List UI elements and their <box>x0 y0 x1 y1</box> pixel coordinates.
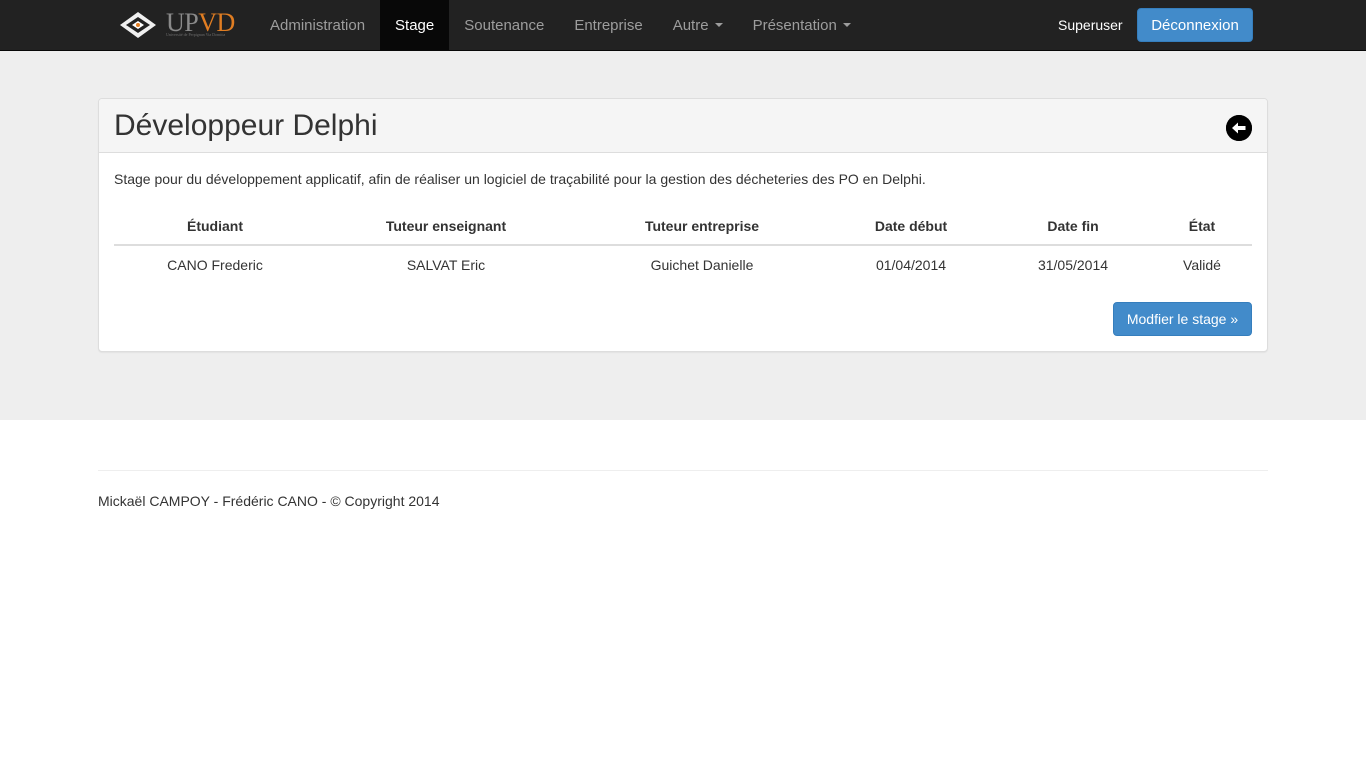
cell-date-debut: 01/04/2014 <box>875 256 947 273</box>
logout-button[interactable]: Déconnexion <box>1137 8 1253 42</box>
stage-description: Stage pour du développement applicatif, … <box>114 171 926 187</box>
col-header-date-fin: Date fin <box>994 207 1152 246</box>
brand-link[interactable]: UPVD Université de Perpignan Via Domitia <box>118 8 248 42</box>
nav-item-presentation-dropdown[interactable]: Présentation <box>738 0 866 50</box>
current-user-link[interactable]: Superuser <box>1058 0 1123 50</box>
col-header-etat: État <box>1152 207 1252 246</box>
table-row: CANO Frederic SALVAT Eric Guichet Daniel… <box>114 245 1252 283</box>
nav-label: Administration <box>270 16 366 34</box>
modify-stage-button[interactable]: Modfier le stage » <box>1113 302 1252 336</box>
brand-wordmark: UPVD Université de Perpignan Via Domitia <box>166 8 246 42</box>
cell-tuteur-entreprise: Guichet Danielle <box>650 256 754 273</box>
cell-etat: Validé <box>1183 256 1221 273</box>
nav-label: Entreprise <box>574 16 643 34</box>
brand-subtitle: Université de Perpignan Via Domitia <box>166 32 226 37</box>
panel-heading: Développeur Delphi <box>99 99 1267 153</box>
footer-divider <box>98 470 1268 471</box>
nav-item-soutenance[interactable]: Soutenance <box>449 0 559 50</box>
upvd-logo-icon <box>120 12 156 38</box>
nav-item-stage[interactable]: Stage <box>380 0 450 50</box>
nav-label: Soutenance <box>464 16 545 34</box>
stage-table: Étudiant Tuteur enseignant Tuteur entrep… <box>114 207 1252 283</box>
col-header-tuteur-enseignant: Tuteur enseignant <box>316 207 576 246</box>
col-header-date-debut: Date début <box>828 207 994 246</box>
nav-item-entreprise[interactable]: Entreprise <box>559 0 657 50</box>
cell-date-fin: 31/05/2014 <box>1037 256 1109 273</box>
table-header-row: Étudiant Tuteur enseignant Tuteur entrep… <box>114 207 1252 246</box>
stage-panel: Développeur Delphi Stage pour du dévelop… <box>98 98 1268 352</box>
col-header-etudiant: Étudiant <box>114 207 316 246</box>
col-header-tuteur-entreprise: Tuteur entreprise <box>576 207 828 246</box>
nav-item-autre-dropdown[interactable]: Autre <box>658 0 738 50</box>
caret-down-icon <box>714 23 723 27</box>
top-navbar: UPVD Université de Perpignan Via Domitia… <box>0 0 1366 51</box>
page-title: Développeur Delphi <box>114 109 378 142</box>
cell-etudiant: CANO Frederic <box>167 256 263 273</box>
nav-label: Autre <box>672 16 709 34</box>
cell-tuteur-enseignant: SALVAT Eric <box>406 256 486 273</box>
nav-label: Présentation <box>752 16 837 34</box>
nav-item-administration[interactable]: Administration <box>255 0 380 50</box>
main-nav: Administration Stage Soutenance Entrepri… <box>255 0 866 50</box>
footer-copyright: Mickaël CAMPOY - Frédéric CANO - © Copyr… <box>98 493 440 509</box>
nav-label: Stage <box>395 16 435 34</box>
arrow-left-circle-icon[interactable] <box>1226 115 1252 141</box>
caret-down-icon <box>842 23 851 27</box>
